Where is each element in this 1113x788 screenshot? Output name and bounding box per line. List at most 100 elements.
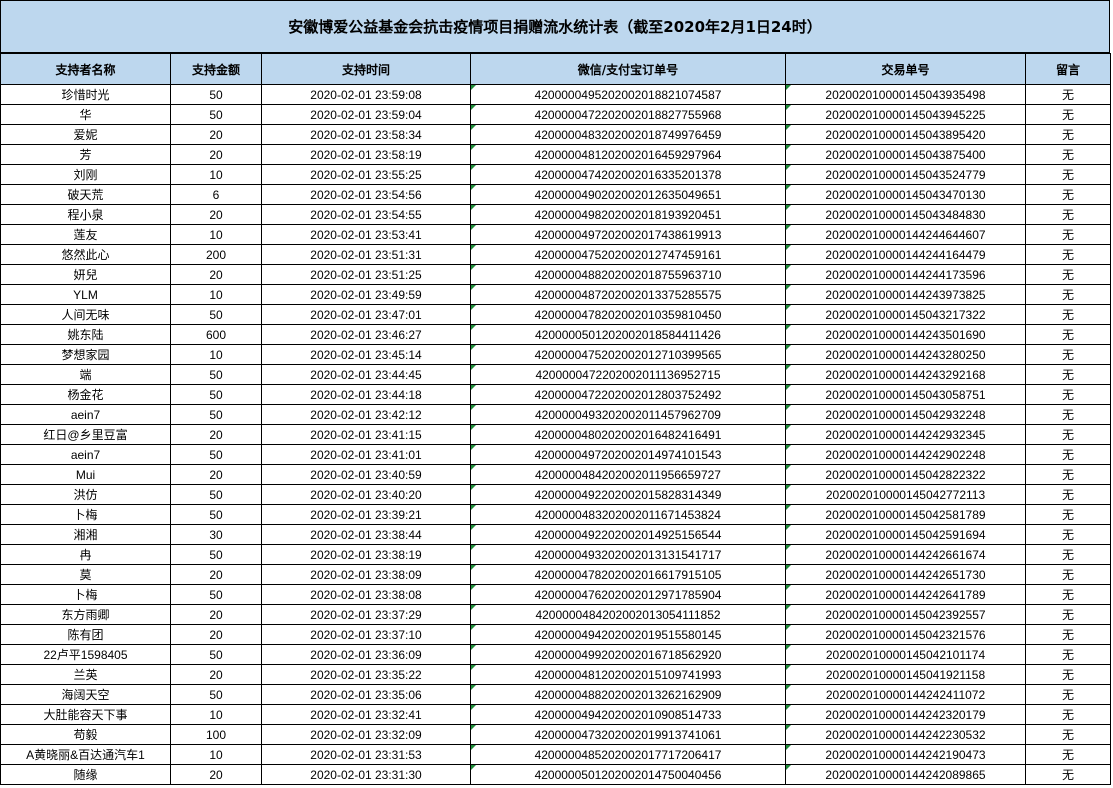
donor-name-cell[interactable]: 悠然此心	[0, 244, 171, 265]
time-cell[interactable]: 2020-02-01 23:37:10	[261, 624, 471, 645]
order-number-cell[interactable]: 4200000478202002016617915105	[470, 564, 786, 585]
transaction-number-cell[interactable]: 202002010000144242932345	[785, 424, 1026, 445]
order-number-cell[interactable]: 4200000488202002013262162909	[470, 684, 786, 705]
transaction-number-cell[interactable]: 202002010000144242089865	[785, 764, 1026, 785]
transaction-number-cell[interactable]: 202002010000145042392557	[785, 604, 1026, 625]
message-cell[interactable]: 无	[1025, 644, 1111, 665]
transaction-number-cell[interactable]: 202002010000144242661674	[785, 544, 1026, 565]
transaction-number-cell[interactable]: 202002010000145042591694	[785, 524, 1026, 545]
time-cell[interactable]: 2020-02-01 23:51:31	[261, 244, 471, 265]
time-cell[interactable]: 2020-02-01 23:35:06	[261, 684, 471, 705]
amount-cell[interactable]: 20	[170, 564, 262, 585]
transaction-number-cell[interactable]: 202002010000145042822322	[785, 464, 1026, 485]
donor-name-cell[interactable]: A黄晓丽&百达通汽车1	[0, 744, 171, 765]
message-cell[interactable]: 无	[1025, 484, 1111, 505]
order-number-cell[interactable]: 4200000492202002015828314349	[470, 484, 786, 505]
transaction-number-cell[interactable]: 202002010000144244164479	[785, 244, 1026, 265]
transaction-number-cell[interactable]: 202002010000144243501690	[785, 324, 1026, 345]
transaction-number-cell[interactable]: 202002010000145043875400	[785, 144, 1026, 165]
amount-cell[interactable]: 10	[170, 224, 262, 245]
donor-name-cell[interactable]: 莫	[0, 564, 171, 585]
message-cell[interactable]: 无	[1025, 664, 1111, 685]
time-cell[interactable]: 2020-02-01 23:40:59	[261, 464, 471, 485]
amount-cell[interactable]: 20	[170, 664, 262, 685]
time-cell[interactable]: 2020-02-01 23:40:20	[261, 484, 471, 505]
message-cell[interactable]: 无	[1025, 624, 1111, 645]
message-cell[interactable]: 无	[1025, 604, 1111, 625]
time-cell[interactable]: 2020-02-01 23:49:59	[261, 284, 471, 305]
amount-cell[interactable]: 50	[170, 384, 262, 405]
donor-name-cell[interactable]: 人间无味	[0, 304, 171, 325]
time-cell[interactable]: 2020-02-01 23:41:01	[261, 444, 471, 465]
donor-name-cell[interactable]: 刘刚	[0, 164, 171, 185]
message-cell[interactable]: 无	[1025, 544, 1111, 565]
order-number-cell[interactable]: 4200000478202002010359810450	[470, 304, 786, 325]
order-number-cell[interactable]: 4200000472202002018827755968	[470, 104, 786, 125]
order-number-cell[interactable]: 4200000488202002018755963710	[470, 264, 786, 285]
column-header-time[interactable]: 支持时间	[261, 53, 471, 85]
amount-cell[interactable]: 20	[170, 624, 262, 645]
order-number-cell[interactable]: 4200000495202002018821074587	[470, 84, 786, 105]
time-cell[interactable]: 2020-02-01 23:35:22	[261, 664, 471, 685]
transaction-number-cell[interactable]: 202002010000145043895420	[785, 124, 1026, 145]
time-cell[interactable]: 2020-02-01 23:59:08	[261, 84, 471, 105]
column-header-name[interactable]: 支持者名称	[0, 53, 171, 85]
transaction-number-cell[interactable]: 202002010000145042321576	[785, 624, 1026, 645]
donor-name-cell[interactable]: 大肚能容天下事	[0, 704, 171, 725]
order-number-cell[interactable]: 4200000492202002014925156544	[470, 524, 786, 545]
message-cell[interactable]: 无	[1025, 264, 1111, 285]
time-cell[interactable]: 2020-02-01 23:42:12	[261, 404, 471, 425]
donor-name-cell[interactable]: 陈有团	[0, 624, 171, 645]
order-number-cell[interactable]: 4200000494202002010908514733	[470, 704, 786, 725]
amount-cell[interactable]: 50	[170, 644, 262, 665]
donor-name-cell[interactable]: 华	[0, 104, 171, 125]
message-cell[interactable]: 无	[1025, 324, 1111, 345]
donor-name-cell[interactable]: 破天荒	[0, 184, 171, 205]
donor-name-cell[interactable]: 莲友	[0, 224, 171, 245]
amount-cell[interactable]: 30	[170, 524, 262, 545]
order-number-cell[interactable]: 4200000501202002014750040456	[470, 764, 786, 785]
transaction-number-cell[interactable]: 202002010000144244644607	[785, 224, 1026, 245]
message-cell[interactable]: 无	[1025, 404, 1111, 425]
amount-cell[interactable]: 10	[170, 164, 262, 185]
amount-cell[interactable]: 10	[170, 704, 262, 725]
time-cell[interactable]: 2020-02-01 23:38:44	[261, 524, 471, 545]
time-cell[interactable]: 2020-02-01 23:58:19	[261, 144, 471, 165]
transaction-number-cell[interactable]: 202002010000144242320179	[785, 704, 1026, 725]
column-header-message[interactable]: 留言	[1025, 53, 1111, 85]
time-cell[interactable]: 2020-02-01 23:32:41	[261, 704, 471, 725]
time-cell[interactable]: 2020-02-01 23:37:29	[261, 604, 471, 625]
amount-cell[interactable]: 50	[170, 484, 262, 505]
amount-cell[interactable]: 50	[170, 504, 262, 525]
order-number-cell[interactable]: 4200000476202002012971785904	[470, 584, 786, 605]
order-number-cell[interactable]: 4200000483202002018749976459	[470, 124, 786, 145]
donor-name-cell[interactable]: 海阔天空	[0, 684, 171, 705]
amount-cell[interactable]: 50	[170, 84, 262, 105]
message-cell[interactable]: 无	[1025, 444, 1111, 465]
amount-cell[interactable]: 20	[170, 464, 262, 485]
time-cell[interactable]: 2020-02-01 23:41:15	[261, 424, 471, 445]
transaction-number-cell[interactable]: 202002010000144242641789	[785, 584, 1026, 605]
transaction-number-cell[interactable]: 202002010000144243973825	[785, 284, 1026, 305]
order-number-cell[interactable]: 4200000473202002019913741061	[470, 724, 786, 745]
transaction-number-cell[interactable]: 202002010000145041921158	[785, 664, 1026, 685]
order-number-cell[interactable]: 4200000474202002016335201378	[470, 164, 786, 185]
message-cell[interactable]: 无	[1025, 684, 1111, 705]
time-cell[interactable]: 2020-02-01 23:45:14	[261, 344, 471, 365]
message-cell[interactable]: 无	[1025, 124, 1111, 145]
amount-cell[interactable]: 100	[170, 724, 262, 745]
time-cell[interactable]: 2020-02-01 23:54:55	[261, 204, 471, 225]
amount-cell[interactable]: 20	[170, 144, 262, 165]
transaction-number-cell[interactable]: 202002010000144243292168	[785, 364, 1026, 385]
message-cell[interactable]: 无	[1025, 424, 1111, 445]
message-cell[interactable]: 无	[1025, 384, 1111, 405]
amount-cell[interactable]: 50	[170, 304, 262, 325]
message-cell[interactable]: 无	[1025, 224, 1111, 245]
amount-cell[interactable]: 50	[170, 544, 262, 565]
order-number-cell[interactable]: 4200000475202002012747459161	[470, 244, 786, 265]
transaction-number-cell[interactable]: 202002010000145042932248	[785, 404, 1026, 425]
order-number-cell[interactable]: 4200000485202002017717206417	[470, 744, 786, 765]
order-number-cell[interactable]: 4200000493202002011457962709	[470, 404, 786, 425]
message-cell[interactable]: 无	[1025, 104, 1111, 125]
message-cell[interactable]: 无	[1025, 364, 1111, 385]
